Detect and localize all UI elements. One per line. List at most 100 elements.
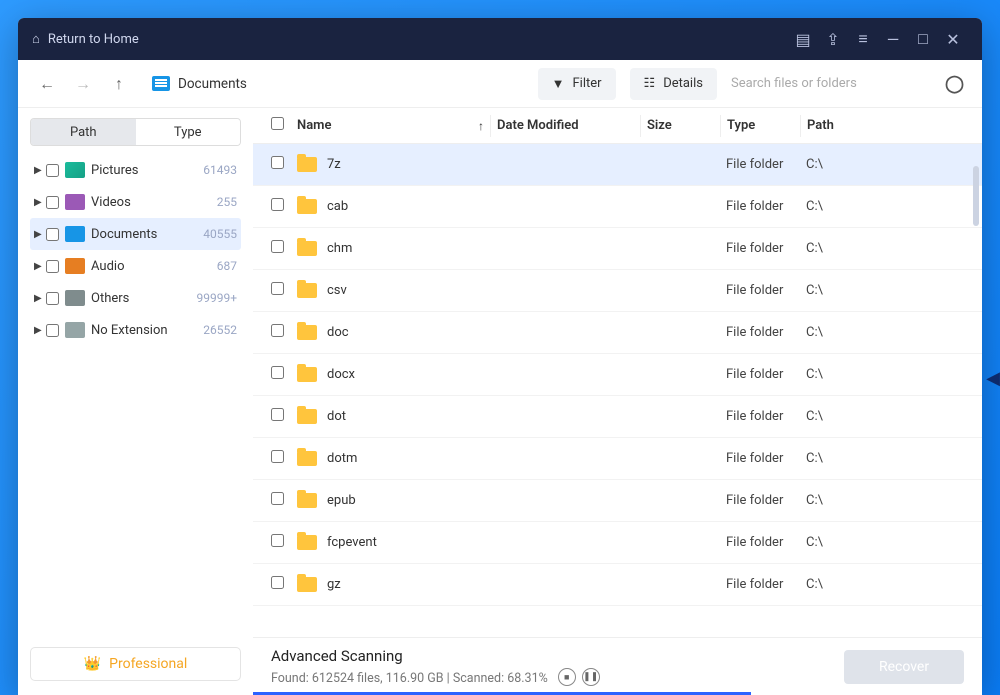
pause-button[interactable]: ❚❚ [582,668,600,686]
table-row[interactable]: chm File folder C:\ [253,228,982,270]
row-checkbox[interactable] [271,450,284,463]
folder-icon [297,199,317,214]
row-path: C:\ [800,409,970,424]
col-name[interactable]: Name↑ [291,118,490,133]
filter-button[interactable]: ▼ Filter [538,68,616,100]
category-icon [65,322,85,338]
scan-title: Advanced Scanning [271,647,600,665]
col-type[interactable]: Type [720,115,800,137]
category-label: Others [91,291,129,306]
row-name: dotm [327,451,357,466]
table-row[interactable]: epub File folder C:\ [253,480,982,522]
row-path: C:\ [800,157,970,172]
table-row[interactable]: csv File folder C:\ [253,270,982,312]
row-checkbox[interactable] [271,198,284,211]
back-button[interactable]: ← [36,74,58,94]
tab-path[interactable]: Path [31,119,136,145]
category-checkbox[interactable] [46,324,59,337]
breadcrumb-label: Documents [178,76,247,92]
row-type: File folder [720,409,800,424]
expand-icon: ▶ [34,293,44,304]
minimize-icon[interactable]: — [878,30,908,49]
category-label: No Extension [91,323,168,338]
toolbar: ← → ↑ Documents ▼ Filter ☷ Details ◯ [18,60,982,108]
file-list: Name↑ Date Modified Size Type Path 7z Fi… [253,108,982,695]
category-icon [65,226,85,242]
row-path: C:\ [800,325,970,340]
row-path: C:\ [800,241,970,256]
expand-icon: ▶ [34,197,44,208]
expand-icon: ▶ [34,261,44,272]
sidebar-item-pictures[interactable]: ▶ Pictures 61493 [30,154,241,186]
sidebar-item-audio[interactable]: ▶ Audio 687 [30,250,241,282]
sidebar-item-no-extension[interactable]: ▶ No Extension 26552 [30,314,241,346]
category-label: Documents [91,227,157,242]
category-label: Pictures [91,163,138,178]
breadcrumb[interactable]: Documents [152,76,247,92]
category-checkbox[interactable] [46,292,59,305]
category-checkbox[interactable] [46,260,59,273]
row-type: File folder [720,535,800,550]
table-row[interactable]: doc File folder C:\ [253,312,982,354]
share-icon[interactable]: ⇪ [818,30,848,49]
sidebar: Path Type ▶ Pictures 61493▶ Videos 255▶ … [18,108,253,695]
row-name: 7z [327,157,341,172]
close-icon[interactable]: ✕ [938,30,968,49]
stop-button[interactable]: ■ [558,668,576,686]
table-row[interactable]: dot File folder C:\ [253,396,982,438]
category-count: 40555 [203,227,237,241]
sidebar-item-others[interactable]: ▶ Others 99999+ [30,282,241,314]
row-checkbox[interactable] [271,282,284,295]
row-checkbox[interactable] [271,576,284,589]
select-all-checkbox[interactable] [271,117,284,130]
table-row[interactable]: dotm File folder C:\ [253,438,982,480]
expand-icon: ▶ [34,325,44,336]
col-size[interactable]: Size [640,115,720,137]
up-button[interactable]: ↑ [108,74,130,94]
col-path[interactable]: Path [800,115,970,137]
table-row[interactable]: gz File folder C:\ [253,564,982,606]
row-checkbox[interactable] [271,534,284,547]
search-icon[interactable]: ◯ [945,74,964,94]
collapse-chevron-icon[interactable]: ◀ [986,368,1000,389]
table-row[interactable]: docx File folder C:\ [253,354,982,396]
feedback-icon[interactable]: ▤ [788,30,818,49]
return-home-label: Return to Home [48,32,139,47]
recover-button[interactable]: Recover [844,650,964,684]
col-date[interactable]: Date Modified [490,115,640,137]
row-checkbox[interactable] [271,240,284,253]
row-checkbox[interactable] [271,156,284,169]
sidebar-item-documents[interactable]: ▶ Documents 40555 [30,218,241,250]
scrollbar-thumb[interactable] [973,166,979,226]
search-input[interactable] [731,68,931,100]
maximize-icon[interactable]: □ [908,29,938,49]
folder-icon [297,157,317,172]
return-home-button[interactable]: ⌂ Return to Home [32,31,139,47]
table-row[interactable]: cab File folder C:\ [253,186,982,228]
row-checkbox[interactable] [271,366,284,379]
expand-icon: ▶ [34,229,44,240]
crown-icon: 👑 [84,656,101,672]
menu-icon[interactable]: ≡ [848,29,878,49]
table-row[interactable]: 7z File folder C:\ [253,144,982,186]
details-button[interactable]: ☷ Details [630,68,717,100]
sidebar-item-videos[interactable]: ▶ Videos 255 [30,186,241,218]
row-checkbox[interactable] [271,324,284,337]
table-row[interactable]: fcpevent File folder C:\ [253,522,982,564]
expand-icon: ▶ [34,165,44,176]
row-name: gz [327,577,341,592]
folder-icon [297,241,317,256]
folder-icon [297,325,317,340]
category-checkbox[interactable] [46,228,59,241]
category-count: 61493 [203,163,237,177]
row-checkbox[interactable] [271,492,284,505]
row-path: C:\ [800,199,970,214]
category-label: Audio [91,259,124,274]
forward-button[interactable]: → [72,74,94,94]
tab-type[interactable]: Type [136,119,241,145]
row-path: C:\ [800,283,970,298]
category-checkbox[interactable] [46,164,59,177]
row-checkbox[interactable] [271,408,284,421]
category-checkbox[interactable] [46,196,59,209]
professional-button[interactable]: 👑 Professional [30,647,241,681]
